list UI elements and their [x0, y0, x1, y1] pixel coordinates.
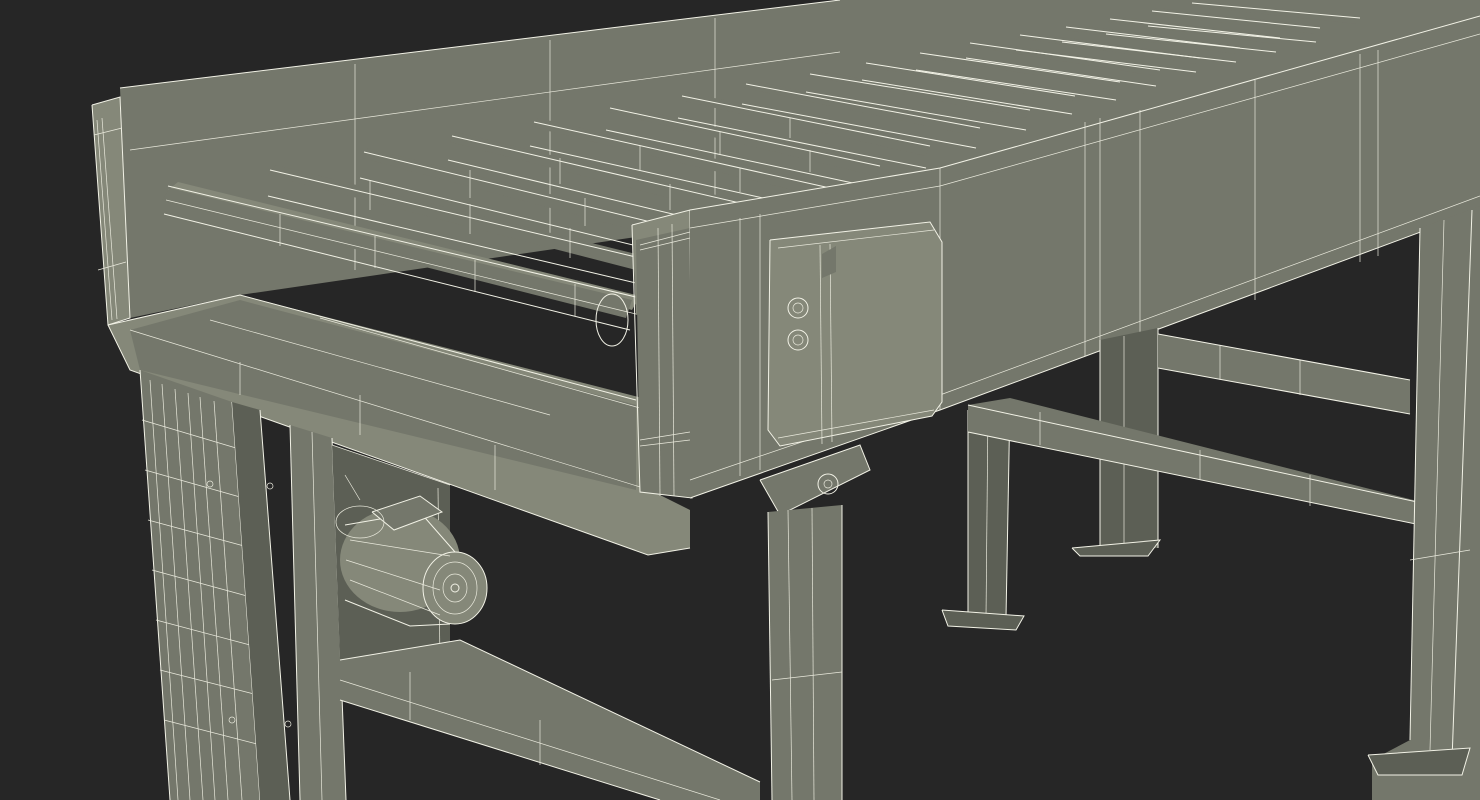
junction-box — [767, 221, 943, 447]
center-leg — [767, 505, 843, 800]
conveyor-wireframe-render — [91, 0, 1480, 800]
left-leg — [139, 369, 292, 800]
inner-leg — [289, 424, 451, 800]
front-post-cap — [631, 209, 693, 499]
render-viewport — [0, 0, 1480, 800]
lower-cross-beam — [339, 639, 761, 800]
